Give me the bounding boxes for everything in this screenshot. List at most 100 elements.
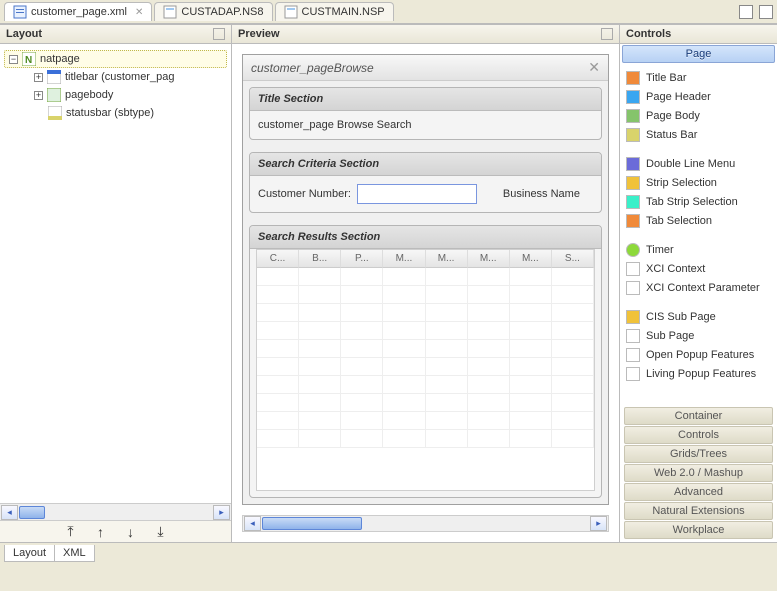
scroll-right-icon[interactable]: ▸ bbox=[213, 505, 230, 520]
tab-label: customer_page.xml bbox=[31, 6, 127, 18]
control-item[interactable]: Timer bbox=[626, 240, 771, 259]
editor-tab[interactable]: CUSTMAIN.NSP bbox=[275, 2, 394, 21]
minimize-icon[interactable] bbox=[739, 5, 753, 19]
control-item[interactable]: Double Line Menu bbox=[626, 154, 771, 173]
svg-text:N: N bbox=[25, 55, 32, 66]
control-item[interactable]: Page Header bbox=[626, 87, 771, 106]
grid-header[interactable]: S... bbox=[552, 250, 594, 268]
layout-title-text: Layout bbox=[6, 28, 42, 40]
tree-node-label: titlebar (customer_pag bbox=[65, 71, 174, 83]
tree-node[interactable]: + titlebar (customer_pag bbox=[4, 68, 227, 86]
control-item[interactable]: Tab Selection bbox=[626, 211, 771, 230]
title-section-body: customer_page Browse Search bbox=[250, 111, 601, 139]
control-item[interactable]: Title Bar bbox=[626, 68, 771, 87]
browse-window: customer_pageBrowse ✕ Title Section cust… bbox=[242, 54, 609, 505]
customer-number-label: Customer Number: bbox=[258, 188, 351, 200]
move-up-icon[interactable]: ↑ bbox=[94, 525, 108, 539]
expand-icon[interactable]: + bbox=[34, 73, 43, 82]
control-item[interactable]: Sub Page bbox=[626, 326, 771, 345]
control-label: Timer bbox=[646, 244, 674, 256]
tree-node-label: pagebody bbox=[65, 89, 113, 101]
controls-cat-advanced[interactable]: Advanced bbox=[624, 483, 773, 501]
preview-title-text: Preview bbox=[238, 28, 280, 40]
control-icon bbox=[626, 329, 640, 343]
controls-section-page[interactable]: Page bbox=[622, 45, 775, 63]
control-icon bbox=[626, 157, 640, 171]
control-categories: Container Controls Grids/Trees Web 2.0 /… bbox=[620, 404, 777, 542]
grid-header[interactable]: P... bbox=[341, 250, 383, 268]
grid-header[interactable]: M... bbox=[468, 250, 510, 268]
tree-node-root[interactable]: − N natpage bbox=[4, 50, 227, 68]
panel-menu-icon[interactable] bbox=[601, 28, 613, 40]
preview-scrollbar[interactable]: ◂ ▸ bbox=[242, 515, 609, 532]
results-grid[interactable]: C... B... P... M... M... M... M... S... bbox=[256, 249, 595, 491]
scroll-left-icon[interactable]: ◂ bbox=[1, 505, 18, 520]
close-icon[interactable]: ✕ bbox=[588, 59, 600, 76]
browse-title-text: customer_pageBrowse bbox=[251, 61, 374, 75]
control-item[interactable]: Tab Strip Selection bbox=[626, 192, 771, 211]
control-label: Page Body bbox=[646, 110, 700, 122]
bottom-tab-xml[interactable]: XML bbox=[54, 545, 95, 562]
scroll-right-icon[interactable]: ▸ bbox=[590, 516, 607, 531]
control-item[interactable]: CIS Sub Page bbox=[626, 307, 771, 326]
control-label: Strip Selection bbox=[646, 177, 717, 189]
controls-cat-workplace[interactable]: Workplace bbox=[624, 521, 773, 539]
control-icon bbox=[626, 128, 640, 142]
panel-menu-icon[interactable] bbox=[213, 28, 225, 40]
control-label: Title Bar bbox=[646, 72, 687, 84]
layout-panel-title: Layout bbox=[0, 24, 231, 44]
control-item[interactable]: XCI Context Parameter bbox=[626, 278, 771, 297]
scroll-left-icon[interactable]: ◂ bbox=[244, 516, 261, 531]
controls-cat-natext[interactable]: Natural Extensions bbox=[624, 502, 773, 520]
grid-header[interactable]: C... bbox=[257, 250, 299, 268]
grid-header[interactable]: B... bbox=[299, 250, 341, 268]
controls-cat-controls[interactable]: Controls bbox=[624, 426, 773, 444]
section-header: Title Section bbox=[250, 88, 601, 111]
grid-header[interactable]: M... bbox=[510, 250, 552, 268]
controls-cat-grids[interactable]: Grids/Trees bbox=[624, 445, 773, 463]
titlebar-icon bbox=[47, 70, 61, 84]
preview-body: customer_pageBrowse ✕ Title Section cust… bbox=[232, 44, 619, 515]
controls-cat-container[interactable]: Container bbox=[624, 407, 773, 425]
control-icon bbox=[626, 262, 640, 276]
control-item[interactable]: Status Bar bbox=[626, 125, 771, 144]
section-header: Search Results Section bbox=[250, 226, 601, 249]
grid-header[interactable]: M... bbox=[426, 250, 468, 268]
grid-header[interactable]: M... bbox=[383, 250, 425, 268]
close-icon[interactable]: ✕ bbox=[135, 7, 143, 18]
bottom-tab-layout[interactable]: Layout bbox=[4, 545, 54, 562]
move-top-icon[interactable]: ⤒ bbox=[64, 525, 78, 539]
control-icon bbox=[626, 90, 640, 104]
editor-tab[interactable]: CUSTADAP.NS8 bbox=[154, 2, 272, 21]
controls-panel: Controls Page Title Bar Page Header Page… bbox=[620, 24, 777, 542]
move-down-icon[interactable]: ↓ bbox=[124, 525, 138, 539]
collapse-icon[interactable]: − bbox=[9, 55, 18, 64]
tree-node[interactable]: + pagebody bbox=[4, 86, 227, 104]
control-item[interactable]: Strip Selection bbox=[626, 173, 771, 192]
control-label: Page Header bbox=[646, 91, 711, 103]
scroll-thumb[interactable] bbox=[19, 506, 45, 519]
maximize-icon[interactable] bbox=[759, 5, 773, 19]
bottom-tabbar: Layout XML bbox=[0, 542, 777, 564]
move-bottom-icon[interactable]: ⤓ bbox=[154, 525, 168, 539]
control-icon bbox=[626, 109, 640, 123]
control-item[interactable]: Page Body bbox=[626, 106, 771, 125]
editor-tab-active[interactable]: customer_page.xml ✕ bbox=[4, 2, 152, 21]
customer-number-input[interactable] bbox=[357, 184, 477, 204]
business-name-label: Business Name bbox=[503, 188, 580, 200]
expand-icon[interactable]: + bbox=[34, 91, 43, 100]
title-section: Title Section customer_page Browse Searc… bbox=[249, 87, 602, 140]
control-icon bbox=[626, 176, 640, 190]
layout-tree[interactable]: − N natpage + titlebar (customer_pag + p… bbox=[0, 44, 231, 503]
control-item[interactable]: XCI Context bbox=[626, 259, 771, 278]
layout-scrollbar[interactable]: ◂ ▸ bbox=[0, 503, 231, 520]
control-item[interactable]: Open Popup Features bbox=[626, 345, 771, 364]
control-label: Tab Strip Selection bbox=[646, 196, 738, 208]
tree-node[interactable]: statusbar (sbtype) bbox=[4, 104, 227, 122]
scroll-thumb[interactable] bbox=[262, 517, 362, 530]
control-icon bbox=[626, 367, 640, 381]
file-icon bbox=[13, 5, 27, 19]
control-item[interactable]: Living Popup Features bbox=[626, 364, 771, 383]
controls-cat-web20[interactable]: Web 2.0 / Mashup bbox=[624, 464, 773, 482]
natpage-icon: N bbox=[22, 52, 36, 66]
